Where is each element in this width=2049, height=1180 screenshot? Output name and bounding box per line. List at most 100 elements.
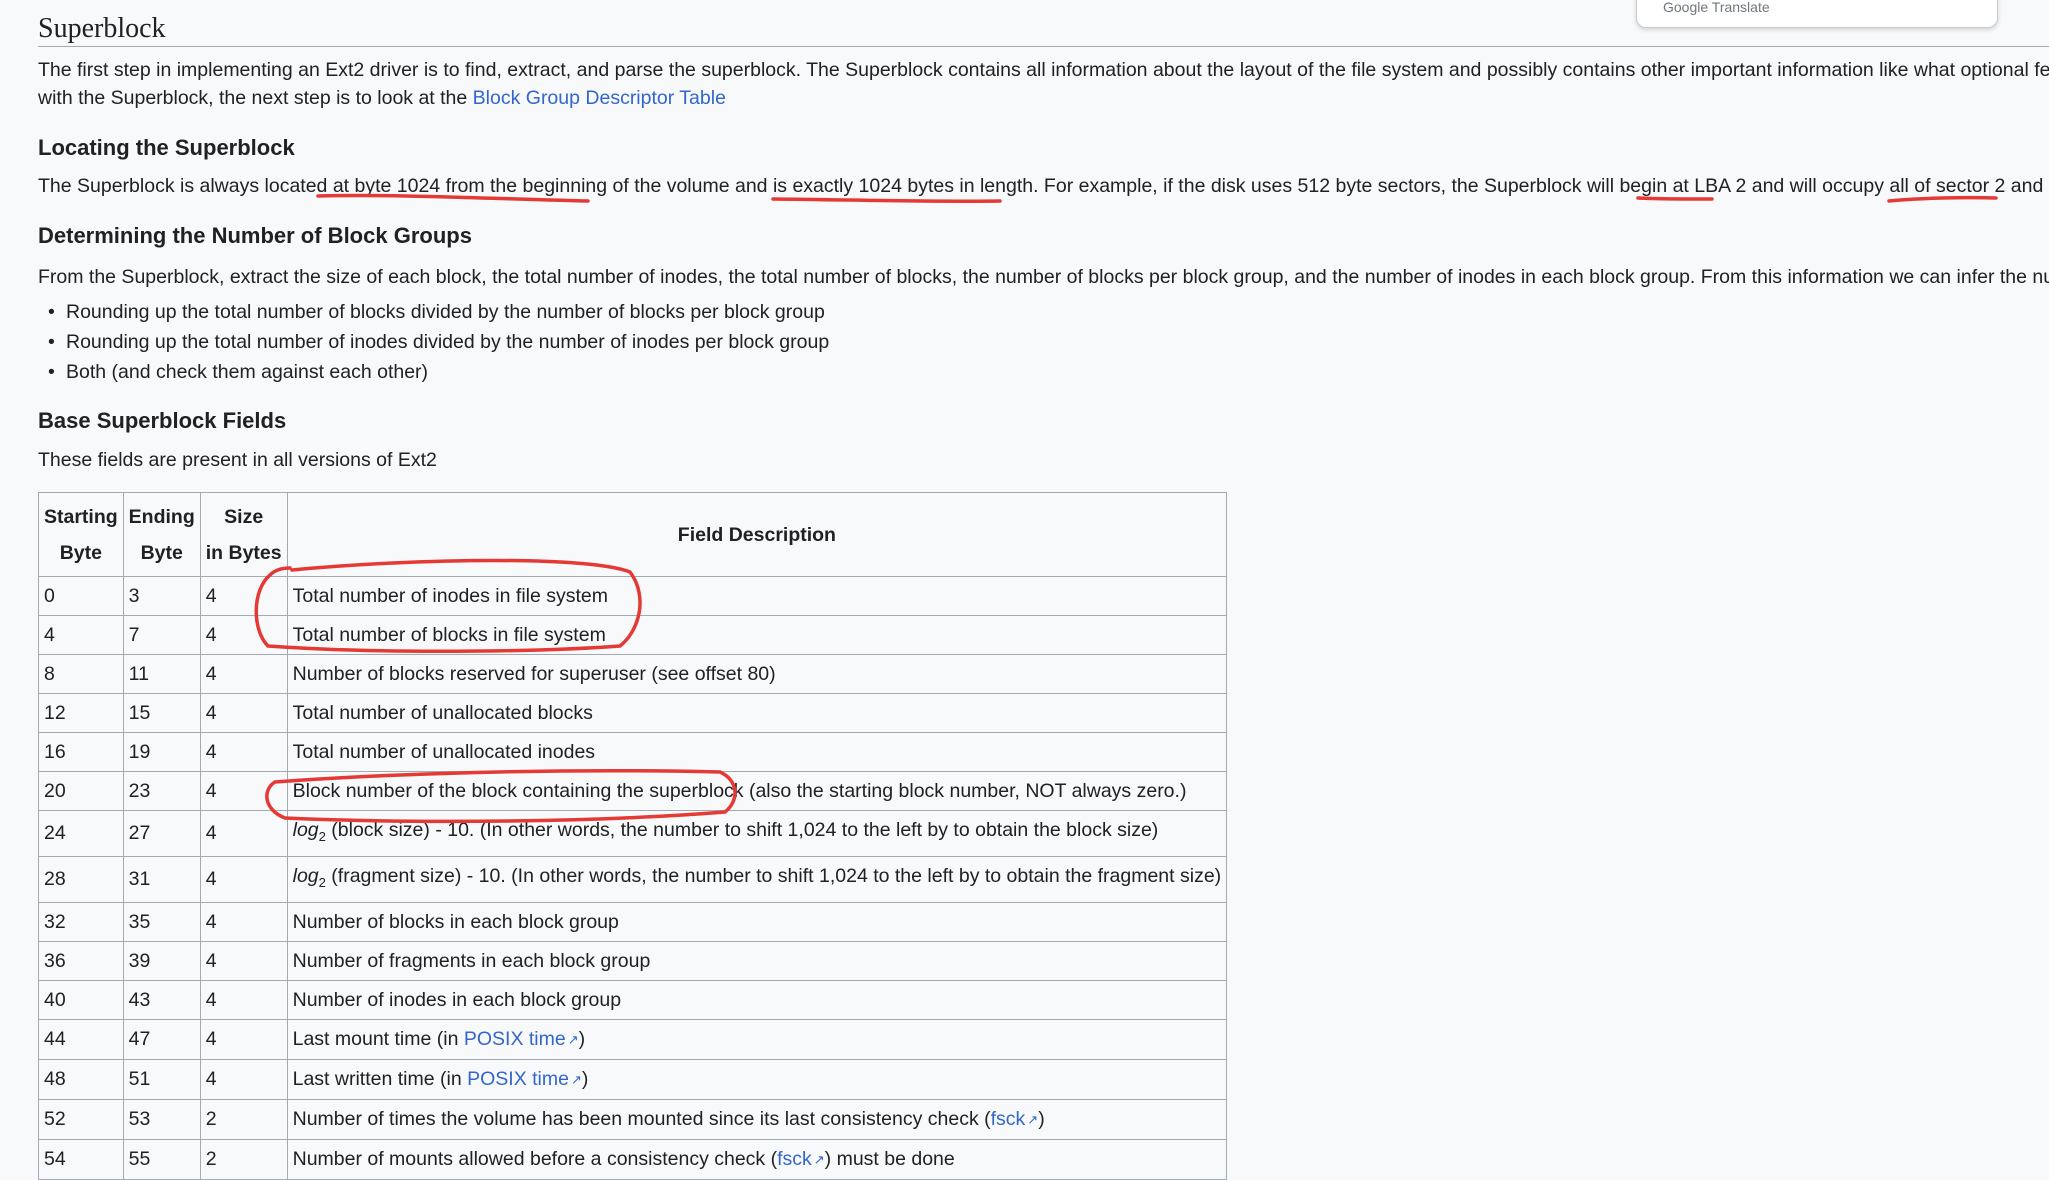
cell-starting-byte: 4 xyxy=(38,615,124,655)
cell-starting-byte: 24 xyxy=(38,810,124,857)
table-row: 36 39 4 Number of fragments in each block g… xyxy=(38,940,1228,981)
cell-field-description: Last mount time (in POSIX time ↗) xyxy=(286,1018,1228,1060)
table-row: 20 23 4 Block number of the block containin… xyxy=(38,771,1228,811)
block-group-descriptor-table-link[interactable]: Block Group Descriptor Table xyxy=(473,87,726,109)
table-row: 8 11 4 Number of blocks reserved for superu… xyxy=(38,654,1228,694)
cell-size: 4 xyxy=(199,940,288,981)
cell-size: 4 xyxy=(199,1018,288,1060)
table-row: 54 55 2 Number of mounts allowed before a c… xyxy=(38,1138,1228,1180)
cell-ending-byte: 51 xyxy=(122,1058,201,1100)
external-link-icon: ↗ xyxy=(813,1151,825,1167)
list-item: Rounding up the total number of inodes d… xyxy=(48,327,829,357)
cell-starting-byte: 32 xyxy=(38,901,124,942)
fsck-link[interactable]: fsck ↗ xyxy=(777,1148,825,1170)
groups-paragraph: From the Superblock, extract the size of… xyxy=(38,266,2049,288)
cell-starting-byte: 20 xyxy=(38,771,124,811)
cell-starting-byte: 12 xyxy=(38,693,124,733)
external-link-icon: ↗ xyxy=(567,1031,579,1047)
cell-ending-byte: 31 xyxy=(122,855,201,903)
fields-paragraph: These fields are present in all versions… xyxy=(38,449,437,471)
list-item: Both (and check them against each other) xyxy=(48,357,829,387)
log-math: log2 xyxy=(292,864,326,890)
cell-size: 4 xyxy=(199,810,288,857)
heading-locating-superblock: Locating the Superblock xyxy=(38,135,295,160)
table-row: 0 3 4 Total number of inodes in file system xyxy=(38,576,1228,616)
table-row: 4 7 4 Total number of blocks in file system xyxy=(38,615,1228,655)
cell-size: 2 xyxy=(199,1098,288,1140)
cell-starting-byte: 44 xyxy=(38,1018,124,1060)
cell-field-description: Number of inodes in each block group xyxy=(286,979,1228,1020)
cell-size: 4 xyxy=(199,654,288,694)
cell-field-description: Total number of blocks in file system xyxy=(286,615,1228,655)
intro-prefix: with the Superblock, the next step is to… xyxy=(38,87,473,109)
cell-starting-byte: 40 xyxy=(38,979,124,1020)
header-ending-byte: Ending Byte xyxy=(122,492,201,577)
cell-field-description: log2 (fragment size) - 10. (In other wor… xyxy=(286,855,1228,903)
cell-field-description: log2 (block size) - 10. (In other words,… xyxy=(286,810,1228,857)
cell-field-description: Total number of unallocated inodes xyxy=(286,732,1228,772)
intro-paragraph-line2: with the Superblock, the next step is to… xyxy=(38,84,726,113)
header-starting-byte: Starting Byte xyxy=(38,492,124,577)
header-field-description: Field Description xyxy=(286,492,1228,577)
cell-size: 4 xyxy=(199,576,288,616)
locating-paragraph: The Superblock is always located at byte… xyxy=(38,175,2049,197)
cell-field-description: Number of fragments in each block group xyxy=(286,940,1228,981)
cell-field-description: Number of mounts allowed before a consis… xyxy=(286,1138,1228,1180)
superblock-fields-table: Starting Byte Ending Byte Size in Bytes Fie… xyxy=(38,492,1228,1180)
groups-bullet-list: Rounding up the total number of blocks d… xyxy=(48,297,829,387)
cell-ending-byte: 43 xyxy=(122,979,201,1020)
cell-starting-byte: 8 xyxy=(38,654,124,694)
cell-size: 4 xyxy=(199,855,288,903)
cell-starting-byte: 48 xyxy=(38,1058,124,1100)
cell-ending-byte: 39 xyxy=(122,940,201,981)
cell-ending-byte: 55 xyxy=(122,1138,201,1180)
cell-ending-byte: 19 xyxy=(122,732,201,772)
table-row: 12 15 4 Total number of unallocated blocks xyxy=(38,693,1228,733)
table-row: 16 19 4 Total number of unallocated inodes xyxy=(38,732,1228,772)
intro-paragraph-line1: The first step in implementing an Ext2 d… xyxy=(38,59,2049,81)
table-header-row: Starting Byte Ending Byte Size in Bytes Fie… xyxy=(38,492,1228,577)
table-row: 48 51 4 Last written time (in POSIX time ↗) xyxy=(38,1058,1228,1100)
log-math: log2 xyxy=(292,819,326,844)
cell-size: 4 xyxy=(199,615,288,655)
cell-ending-byte: 35 xyxy=(122,901,201,942)
header-size-in-bytes: Size in Bytes xyxy=(199,492,288,577)
cell-field-description: Last written time (in POSIX time ↗) xyxy=(286,1058,1228,1100)
fsck-link[interactable]: fsck ↗ xyxy=(991,1108,1039,1130)
cell-ending-byte: 53 xyxy=(122,1098,201,1140)
table-row: 24 27 4 log2 (block size) - 10. (In other w… xyxy=(38,810,1228,857)
cell-ending-byte: 11 xyxy=(122,654,201,694)
cell-starting-byte: 36 xyxy=(38,940,124,981)
cell-size: 4 xyxy=(199,1058,288,1100)
table-row: 52 53 2 Number of times the volume has been… xyxy=(38,1098,1228,1140)
cell-field-description: Total number of inodes in file system xyxy=(286,576,1228,616)
external-link-icon: ↗ xyxy=(570,1071,582,1087)
heading-number-of-block-groups: Determining the Number of Block Groups xyxy=(38,223,472,248)
table-row: 44 47 4 Last mount time (in POSIX time ↗) xyxy=(38,1018,1228,1060)
list-item: Rounding up the total number of blocks d… xyxy=(48,297,829,327)
external-link-icon: ↗ xyxy=(1027,1111,1039,1127)
cell-ending-byte: 3 xyxy=(122,576,201,616)
cell-ending-byte: 7 xyxy=(122,615,201,655)
table-row: 28 31 4 log2 (fragment size) - 10. (In othe… xyxy=(38,855,1228,903)
cell-size: 4 xyxy=(199,693,288,733)
cell-field-description: Number of blocks in each block group xyxy=(286,901,1228,942)
cell-ending-byte: 27 xyxy=(122,810,201,857)
section-heading-superblock: Superblock xyxy=(38,12,2049,47)
heading-base-superblock-fields: Base Superblock Fields xyxy=(38,408,287,433)
cell-starting-byte: 52 xyxy=(38,1098,124,1140)
cell-size: 2 xyxy=(199,1138,288,1180)
cell-size: 4 xyxy=(199,771,288,811)
cell-field-description: Number of blocks reserved for superuser … xyxy=(286,654,1228,694)
cell-starting-byte: 16 xyxy=(38,732,124,772)
cell-size: 4 xyxy=(199,732,288,772)
table-body: 0 3 4 Total number of inodes in file system… xyxy=(38,576,1228,1180)
posix-time-link[interactable]: POSIX time ↗ xyxy=(464,1028,579,1050)
cell-starting-byte: 54 xyxy=(38,1138,124,1180)
cell-ending-byte: 15 xyxy=(122,693,201,733)
posix-time-link[interactable]: POSIX time ↗ xyxy=(467,1068,582,1090)
cell-ending-byte: 47 xyxy=(122,1018,201,1060)
cell-field-description: Block number of the block containing the… xyxy=(286,771,1228,811)
cell-size: 4 xyxy=(199,979,288,1020)
cell-starting-byte: 0 xyxy=(38,576,124,616)
